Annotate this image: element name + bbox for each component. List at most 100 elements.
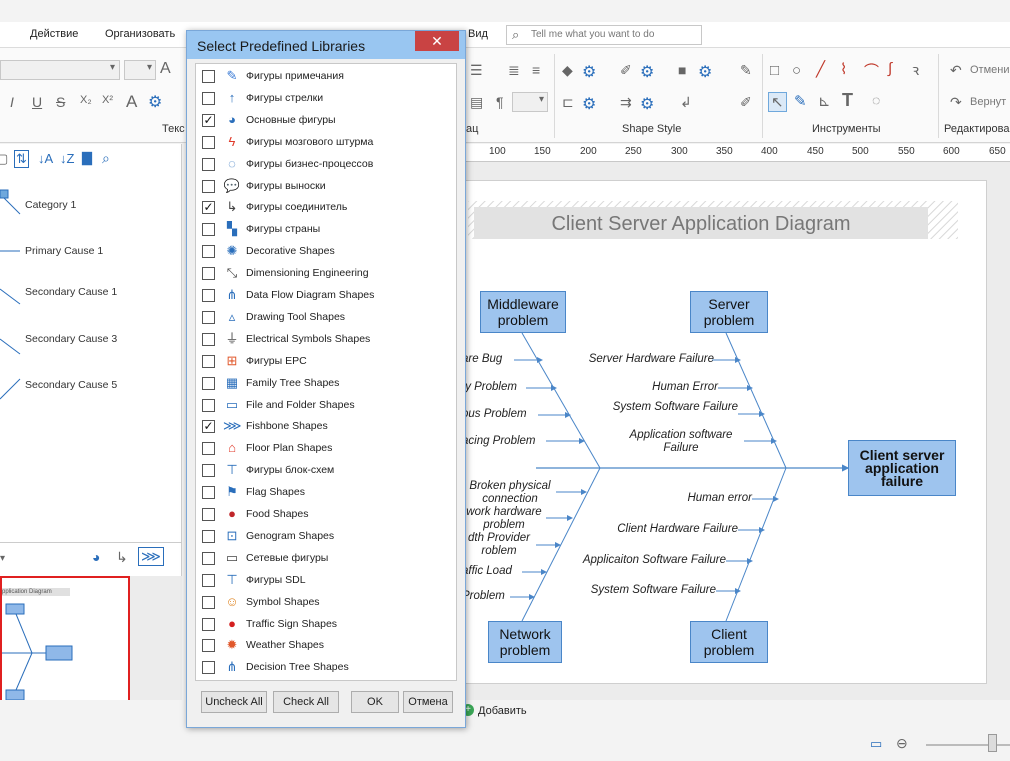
lasso-icon[interactable]: ◌ xyxy=(872,92,880,108)
pilcrow-icon[interactable]: ¶ xyxy=(496,94,504,110)
tree-item-primary-cause[interactable]: Primary Cause 1 xyxy=(25,245,103,257)
align-icon[interactable]: ≣ xyxy=(508,62,520,79)
cause-label[interactable]: Server Hardware Failure xyxy=(578,353,714,365)
library-checkbox[interactable] xyxy=(202,617,215,631)
gear-icon[interactable]: ⚙ xyxy=(148,92,162,112)
tell-me-search[interactable]: ⌕ Tell me what you want to do xyxy=(506,25,702,45)
eyedropper-icon[interactable]: ✎ xyxy=(740,62,752,79)
library-checkbox[interactable] xyxy=(202,376,215,390)
box-client[interactable]: Client problem xyxy=(690,621,768,663)
library-checkbox[interactable]: ✓ xyxy=(202,420,215,434)
cause-label[interactable]: ty Problem xyxy=(462,381,517,393)
cause-label[interactable]: System Software Failure xyxy=(562,584,716,596)
tree-item-category[interactable]: Category 1 xyxy=(25,199,76,211)
superscript-icon[interactable]: X² xyxy=(102,94,113,106)
redo-label[interactable]: Вернут xyxy=(970,96,1006,108)
curve-icon[interactable]: ∫ xyxy=(888,60,892,77)
dialog-titlebar[interactable]: Select Predefined Libraries ✕ xyxy=(187,31,465,59)
spiral-icon[interactable]: ꝛ xyxy=(912,60,919,80)
tree-item-secondary-cause-1[interactable]: Secondary Cause 1 xyxy=(25,286,125,298)
basic-shapes-icon[interactable]: ◕ xyxy=(92,549,100,565)
library-row[interactable]: ↑ Фигуры стрелки xyxy=(196,88,446,108)
brush-icon[interactable]: ✐ xyxy=(740,94,752,111)
library-row[interactable]: ⋔ Data Flow Diagram Shapes xyxy=(196,285,446,305)
cause-label[interactable]: Human error xyxy=(632,492,752,504)
library-checkbox[interactable] xyxy=(202,464,215,478)
sort-asc-icon[interactable]: ↓A xyxy=(38,151,53,166)
view-icon[interactable]: ▢ xyxy=(0,151,8,167)
library-row[interactable]: ✓ ⋙ Fishbone Shapes xyxy=(196,416,446,436)
library-checkbox[interactable] xyxy=(202,223,215,237)
text-tool-icon[interactable]: T xyxy=(842,90,853,111)
connector-style-icon[interactable]: ↲ xyxy=(680,94,692,111)
library-row[interactable]: ✹ Weather Shapes xyxy=(196,635,446,655)
library-checkbox[interactable] xyxy=(202,529,215,543)
cause-label[interactable]: Human Error xyxy=(578,381,718,393)
redo-icon[interactable]: ↷ xyxy=(950,94,962,111)
zoom-slider-thumb[interactable] xyxy=(988,734,997,752)
library-row[interactable]: ✎ Фигуры примечания xyxy=(196,66,446,86)
tree-item-secondary-cause-3[interactable]: Secondary Cause 3 xyxy=(25,333,125,345)
library-checkbox[interactable] xyxy=(202,267,215,281)
library-row[interactable]: ✺ Decorative Shapes xyxy=(196,241,446,261)
gear-icon[interactable]: ⚙ xyxy=(582,94,596,114)
pointer-icon[interactable]: ↖ xyxy=(768,92,787,112)
strikethrough-icon[interactable]: S xyxy=(56,94,65,110)
library-checkbox[interactable] xyxy=(202,332,215,346)
gear-icon[interactable]: ⚙ xyxy=(582,62,596,82)
library-row[interactable]: ⏚ Electrical Symbols Shapes xyxy=(196,329,446,349)
cause-label[interactable]: acing Problem xyxy=(462,435,536,447)
line-color-icon[interactable]: ✐ xyxy=(620,62,632,79)
library-checkbox[interactable] xyxy=(202,398,215,412)
diagram-title[interactable]: Client Server Application Diagram xyxy=(474,213,928,236)
chevron-down-icon[interactable]: ▾ xyxy=(0,553,5,564)
uncheck-all-button[interactable]: Uncheck All xyxy=(201,691,267,713)
library-checkbox[interactable] xyxy=(202,508,215,521)
library-row[interactable]: ◌ Фигуры бизнес-процессов xyxy=(196,154,446,174)
line-icon[interactable]: ╱ xyxy=(816,60,825,78)
font-color-icon[interactable]: A xyxy=(126,92,137,112)
cause-label[interactable]: ous Problem xyxy=(462,408,527,420)
cancel-button[interactable]: Отмена xyxy=(403,691,453,713)
undo-icon[interactable]: ↶ xyxy=(950,62,962,79)
box-middleware[interactable]: Middleware problem xyxy=(480,291,566,333)
undo-label[interactable]: Отмени xyxy=(970,64,1010,76)
polyline-icon[interactable]: ⌇ xyxy=(840,60,847,78)
ellipse-icon[interactable]: ○ xyxy=(792,62,801,79)
tree-item-secondary-cause-5[interactable]: Secondary Cause 5 xyxy=(25,379,125,391)
italic-icon[interactable]: I xyxy=(10,94,14,110)
library-row[interactable]: ▚ Фигуры страны xyxy=(196,219,446,239)
arrange-icon[interactable]: ⊏ xyxy=(562,94,574,111)
cause-label[interactable]: Problem xyxy=(462,590,505,602)
library-row[interactable]: ✓ ◕ Основные фигуры xyxy=(196,110,446,130)
add-page-label[interactable]: Добавить xyxy=(478,705,527,717)
library-row[interactable]: ▵ Drawing Tool Shapes xyxy=(196,307,446,327)
arrow-style-icon[interactable]: ⇉ xyxy=(620,94,632,111)
connector-tool-icon[interactable]: ⊾ xyxy=(818,92,831,110)
cause-label[interactable]: Applicaiton Software Failure xyxy=(562,554,726,566)
library-row[interactable]: ⊞ Фигуры EPC xyxy=(196,351,446,371)
library-checkbox[interactable] xyxy=(202,91,215,105)
library-checkbox[interactable] xyxy=(202,310,215,324)
shadow-icon[interactable]: ■ xyxy=(678,62,686,78)
library-checkbox[interactable] xyxy=(202,135,215,149)
library-row[interactable]: ⤡ Dimensioning Engineering xyxy=(196,263,446,283)
library-row[interactable]: ⊤ Фигуры SDL xyxy=(196,570,446,590)
check-all-button[interactable]: Check All xyxy=(273,691,339,713)
library-checkbox[interactable]: ✓ xyxy=(202,113,215,127)
cause-label[interactable]: are Bug xyxy=(462,353,502,365)
rectangle-icon[interactable]: □ xyxy=(770,62,779,79)
library-row[interactable]: ✓ ↳ Фигуры соединитель xyxy=(196,197,446,217)
gear-icon[interactable]: ⚙ xyxy=(640,94,654,114)
library-row[interactable]: ☺ Symbol Shapes xyxy=(196,592,446,612)
cause-label[interactable]: System Software Failure xyxy=(582,401,738,413)
connector-icon[interactable]: ↳ xyxy=(116,549,128,566)
library-checkbox[interactable] xyxy=(202,573,215,587)
library-checkbox[interactable] xyxy=(202,179,215,193)
library-row[interactable]: ▭ File and Folder Shapes xyxy=(196,395,446,415)
font-size-dropdown[interactable]: ▾ xyxy=(124,60,156,80)
fill-icon[interactable]: ◆ xyxy=(562,62,573,79)
cause-label[interactable]: Application software Failure xyxy=(618,429,744,455)
align-right-icon[interactable]: ≡ xyxy=(532,62,540,78)
sort-desc-icon[interactable]: ↓Z xyxy=(60,151,74,166)
